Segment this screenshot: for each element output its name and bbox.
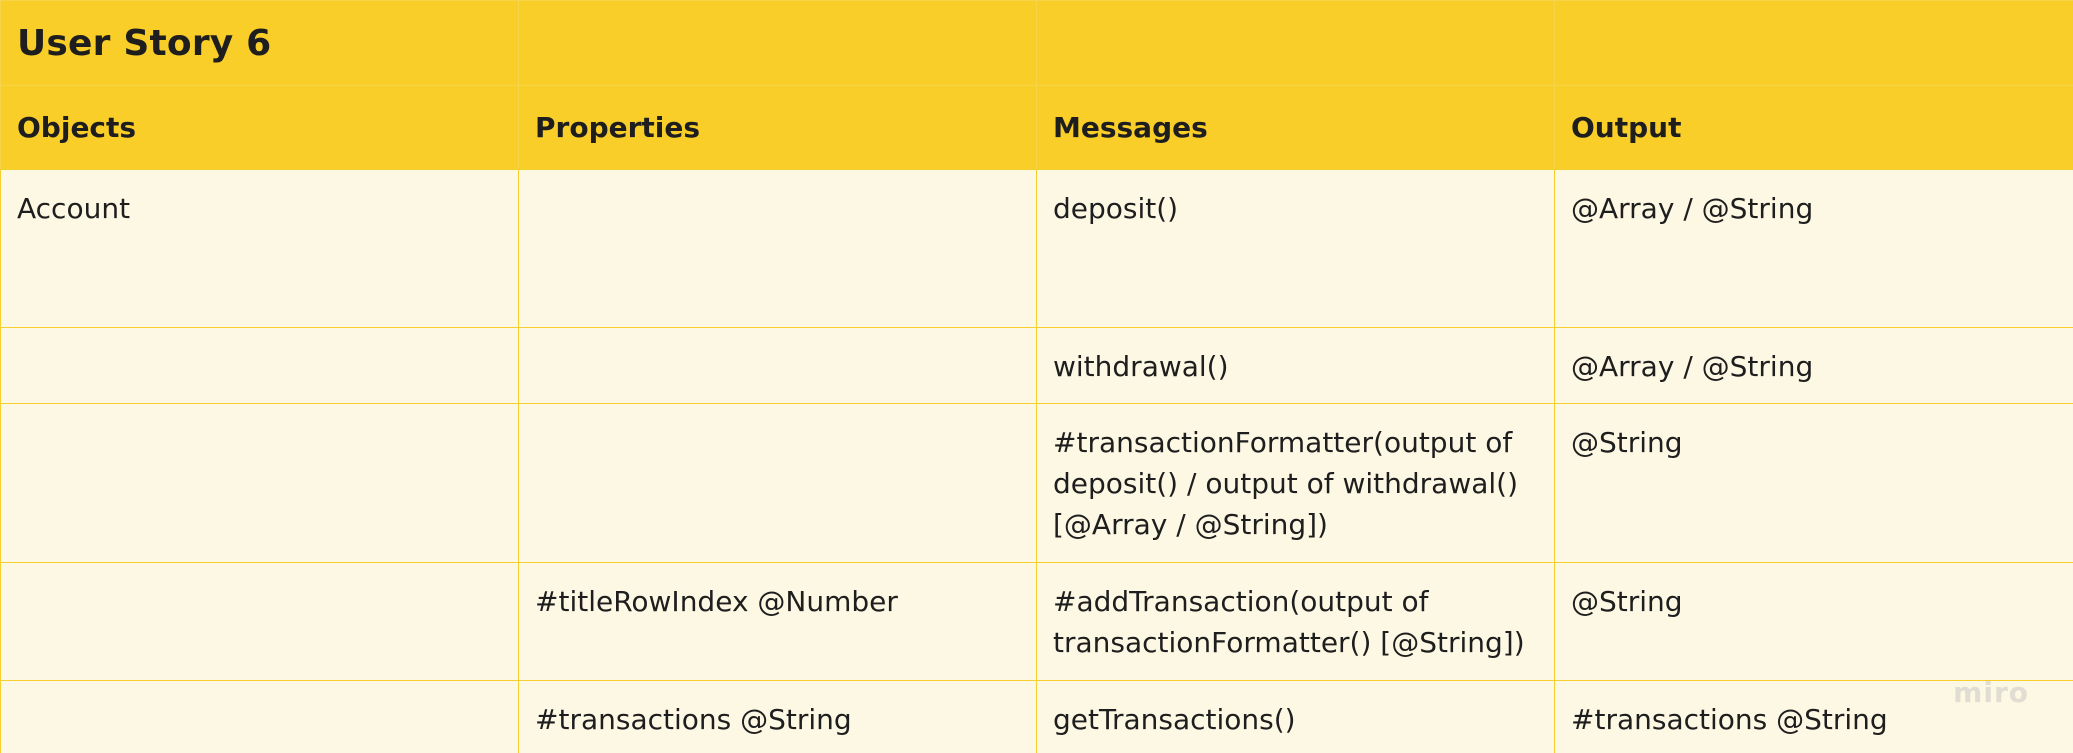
- cell-messages[interactable]: #transactionFormatter(output of deposit(…: [1036, 403, 1555, 563]
- cell-output[interactable]: @String: [1554, 562, 2073, 681]
- table-row: #titleRowIndex @Number #addTransaction(o…: [0, 562, 2073, 681]
- title-cell-empty[interactable]: [518, 0, 1037, 86]
- miro-board: User Story 6 Objects Properties Messages…: [0, 0, 2073, 753]
- cell-messages[interactable]: withdrawal(): [1036, 327, 1555, 404]
- cell-output[interactable]: @String: [1554, 403, 2073, 563]
- table-row: Account deposit() @Array / @String: [0, 169, 2073, 328]
- cell-objects[interactable]: Account: [0, 169, 519, 328]
- miro-watermark: miro: [1953, 676, 2029, 709]
- user-story-table: User Story 6 Objects Properties Messages…: [0, 0, 2073, 753]
- title-row: User Story 6: [0, 0, 2073, 86]
- title-cell[interactable]: User Story 6: [0, 0, 519, 86]
- table-title: User Story 6: [17, 22, 272, 64]
- cell-objects[interactable]: [0, 680, 519, 753]
- cell-objects[interactable]: [0, 403, 519, 563]
- header-messages[interactable]: Messages: [1036, 85, 1555, 170]
- cell-properties[interactable]: #transactions @String: [518, 680, 1037, 753]
- header-row: Objects Properties Messages Output: [0, 85, 2073, 170]
- cell-properties[interactable]: [518, 327, 1037, 404]
- table-row: #transactions @String getTransactions() …: [0, 680, 2073, 753]
- cell-objects[interactable]: [0, 327, 519, 404]
- cell-messages[interactable]: getTransactions(): [1036, 680, 1555, 753]
- cell-messages[interactable]: deposit(): [1036, 169, 1555, 328]
- cell-properties[interactable]: [518, 403, 1037, 563]
- title-cell-empty[interactable]: [1036, 0, 1555, 86]
- header-output[interactable]: Output: [1554, 85, 2073, 170]
- table-row: withdrawal() @Array / @String: [0, 327, 2073, 404]
- cell-objects[interactable]: [0, 562, 519, 681]
- header-objects[interactable]: Objects: [0, 85, 519, 170]
- cell-output[interactable]: @Array / @String: [1554, 169, 2073, 328]
- title-cell-empty[interactable]: [1554, 0, 2073, 86]
- cell-properties[interactable]: #titleRowIndex @Number: [518, 562, 1037, 681]
- cell-output[interactable]: @Array / @String: [1554, 327, 2073, 404]
- cell-messages[interactable]: #addTransaction(output of transactionFor…: [1036, 562, 1555, 681]
- header-properties[interactable]: Properties: [518, 85, 1037, 170]
- table-row: #transactionFormatter(output of deposit(…: [0, 403, 2073, 563]
- cell-properties[interactable]: [518, 169, 1037, 328]
